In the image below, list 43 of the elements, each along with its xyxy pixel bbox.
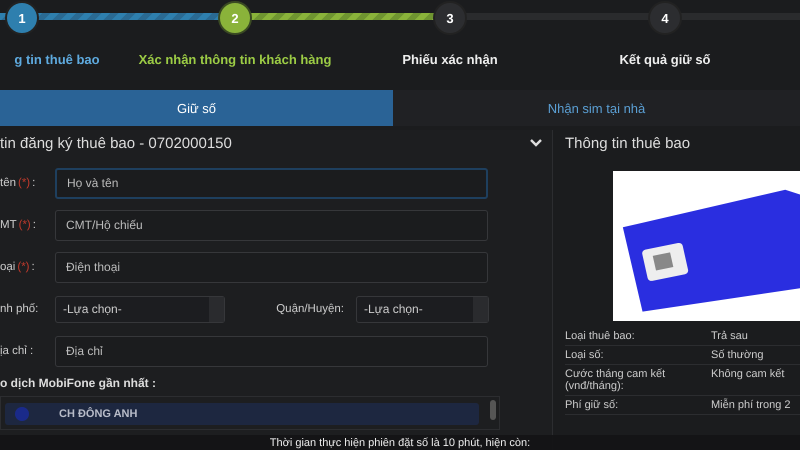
field-label: tên — [0, 177, 16, 189]
info-value: Số thường — [711, 349, 764, 361]
required-mark: (*) — [18, 219, 31, 231]
notice-text: Thời gian thực hiện phiên đặt số là 10 phút, hiện còn: — [270, 436, 530, 448]
chevron-down-icon[interactable] — [530, 139, 542, 147]
label-colon: : — [32, 177, 36, 189]
field-label: ịa chỉ : — [0, 345, 34, 357]
panel-title: tin đăng ký thuê bao - 0702000150 — [0, 134, 232, 152]
info-label: Cước tháng cam kết (vnđ/tháng): — [565, 368, 666, 392]
field-label: nh phố: — [0, 303, 40, 315]
section-heading: o dịch MobiFone gần nhất : — [0, 376, 157, 390]
required-mark: (*) — [18, 177, 30, 189]
field-label: Quận/Huyện: — [275, 303, 345, 315]
step-label: g tin thuê bao — [14, 52, 100, 67]
info-value: Miễn phí trong 2 — [711, 399, 790, 411]
info-label: Loại số: — [565, 349, 605, 361]
step-label: Phiếu xác nhận — [402, 52, 498, 67]
label-colon: : — [32, 261, 35, 273]
field-label: MT — [0, 219, 17, 231]
text-field[interactable]: Điện thoại — [55, 252, 488, 282]
info-value: Trả sau — [711, 330, 748, 342]
step-label: Xác nhận thông tin khách hàng — [138, 52, 332, 67]
scrollbar[interactable] — [490, 400, 496, 420]
text-field[interactable]: Họ và tên — [55, 168, 488, 198]
panel-title: Thông tin thuê bao — [565, 134, 692, 154]
store-item[interactable]: CH ĐÔNG ANH — [5, 403, 479, 425]
step-number: 1 — [5, 1, 39, 35]
step-label: Kết quả giữ số — [619, 52, 711, 67]
field-label: oại — [0, 261, 16, 273]
info-label: Loại thuê bao: — [565, 330, 636, 342]
info-label: Phí giữ số: — [565, 399, 620, 411]
select-field[interactable]: -Lựa chọn- — [356, 296, 489, 322]
step-number: 4 — [648, 1, 682, 35]
step-number: 3 — [433, 1, 467, 35]
step-number: 2 — [218, 1, 252, 35]
text-field[interactable]: Địa chỉ — [55, 336, 488, 366]
store-marker-icon — [15, 407, 29, 421]
select-field[interactable]: -Lựa chọn- — [55, 296, 225, 322]
tab[interactable]: Giữ số — [0, 90, 393, 126]
label-colon: : — [32, 219, 36, 231]
info-value: Không cam kết — [711, 368, 784, 382]
required-mark: (*) — [17, 261, 30, 273]
text-field[interactable]: CMT/Hộ chiếu — [55, 210, 488, 240]
